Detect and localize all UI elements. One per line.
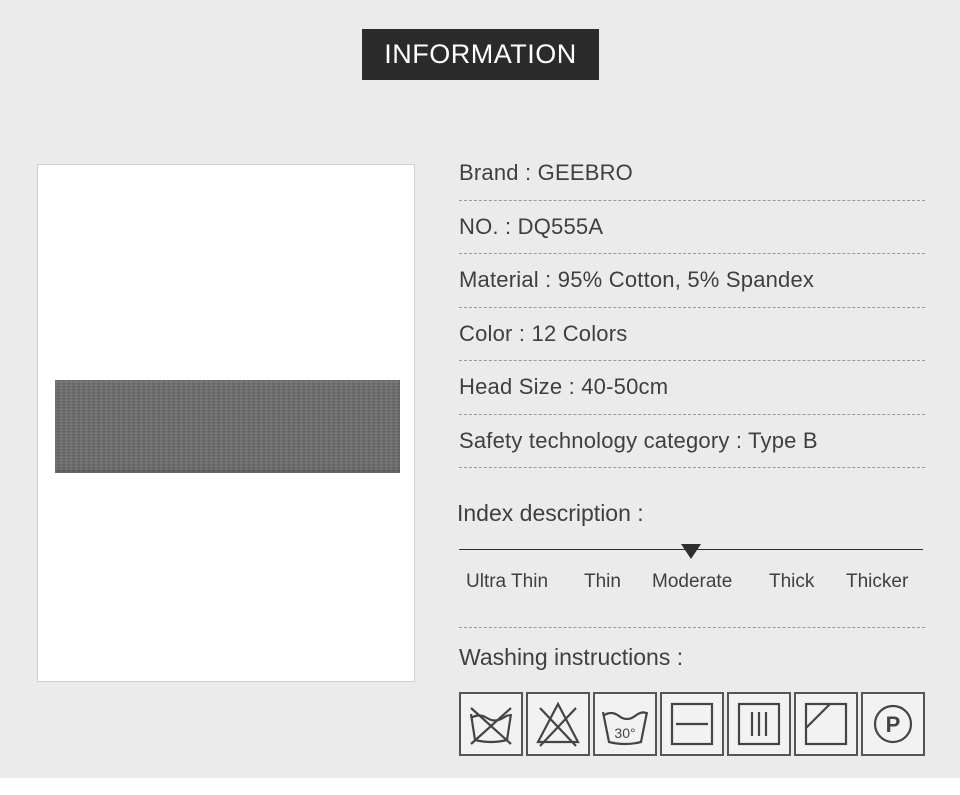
professional-dry-clean-icon: P xyxy=(861,692,925,756)
drip-dry-icon xyxy=(727,692,791,756)
info-text: Color : 12 Colors xyxy=(459,320,628,346)
info-text: Safety technology category : Type B xyxy=(459,427,818,453)
thickness-label: Thicker xyxy=(846,571,909,592)
info-text: Brand : GEEBRO xyxy=(459,160,633,186)
do-not-bleach-icon xyxy=(526,692,590,756)
info-row-head-size: Head Size : 40-50cm xyxy=(459,361,925,415)
dry-clean-letter: P xyxy=(886,712,901,737)
dry-flat-icon xyxy=(660,692,724,756)
dry-in-shade-icon xyxy=(794,692,858,756)
thickness-label: Moderate xyxy=(652,571,733,592)
info-row-material: Material : 95% Cotton, 5% Spandex xyxy=(459,254,925,308)
thickness-label: Thick xyxy=(769,571,815,592)
washing-instructions-title: Washing instructions : xyxy=(459,644,684,670)
bottom-band xyxy=(0,778,960,795)
info-text: Head Size : 40-50cm xyxy=(459,374,669,400)
section-title-text: INFORMATION xyxy=(384,39,577,69)
thickness-label: Ultra Thin xyxy=(466,571,549,592)
info-row-number: NO. : DQ555A xyxy=(459,201,925,254)
wash-30-icon: 30° xyxy=(593,692,657,756)
wash-temperature-text: 30° xyxy=(614,725,635,741)
section-title: INFORMATION xyxy=(362,29,599,80)
index-description-title: Index description : xyxy=(457,500,644,526)
info-row-safety-category: Safety technology category : Type B xyxy=(459,415,925,468)
washing-divider xyxy=(459,627,925,628)
info-text: Material : 95% Cotton, 5% Spandex xyxy=(459,267,815,293)
headband-photo xyxy=(55,380,400,473)
product-info-list: Brand : GEEBRO NO. : DQ555A Material : 9… xyxy=(459,147,925,468)
info-text: NO. : DQ555A xyxy=(459,213,604,239)
thickness-scale-labels: Ultra Thin Thin Moderate Thick Thicker xyxy=(459,571,925,595)
info-row-color: Color : 12 Colors xyxy=(459,308,925,361)
thickness-marker-icon xyxy=(681,544,701,559)
thickness-label: Thin xyxy=(584,571,621,592)
do-not-wash-icon xyxy=(459,692,523,756)
info-row-brand: Brand : GEEBRO xyxy=(459,147,925,201)
product-photo-panel xyxy=(37,164,415,682)
